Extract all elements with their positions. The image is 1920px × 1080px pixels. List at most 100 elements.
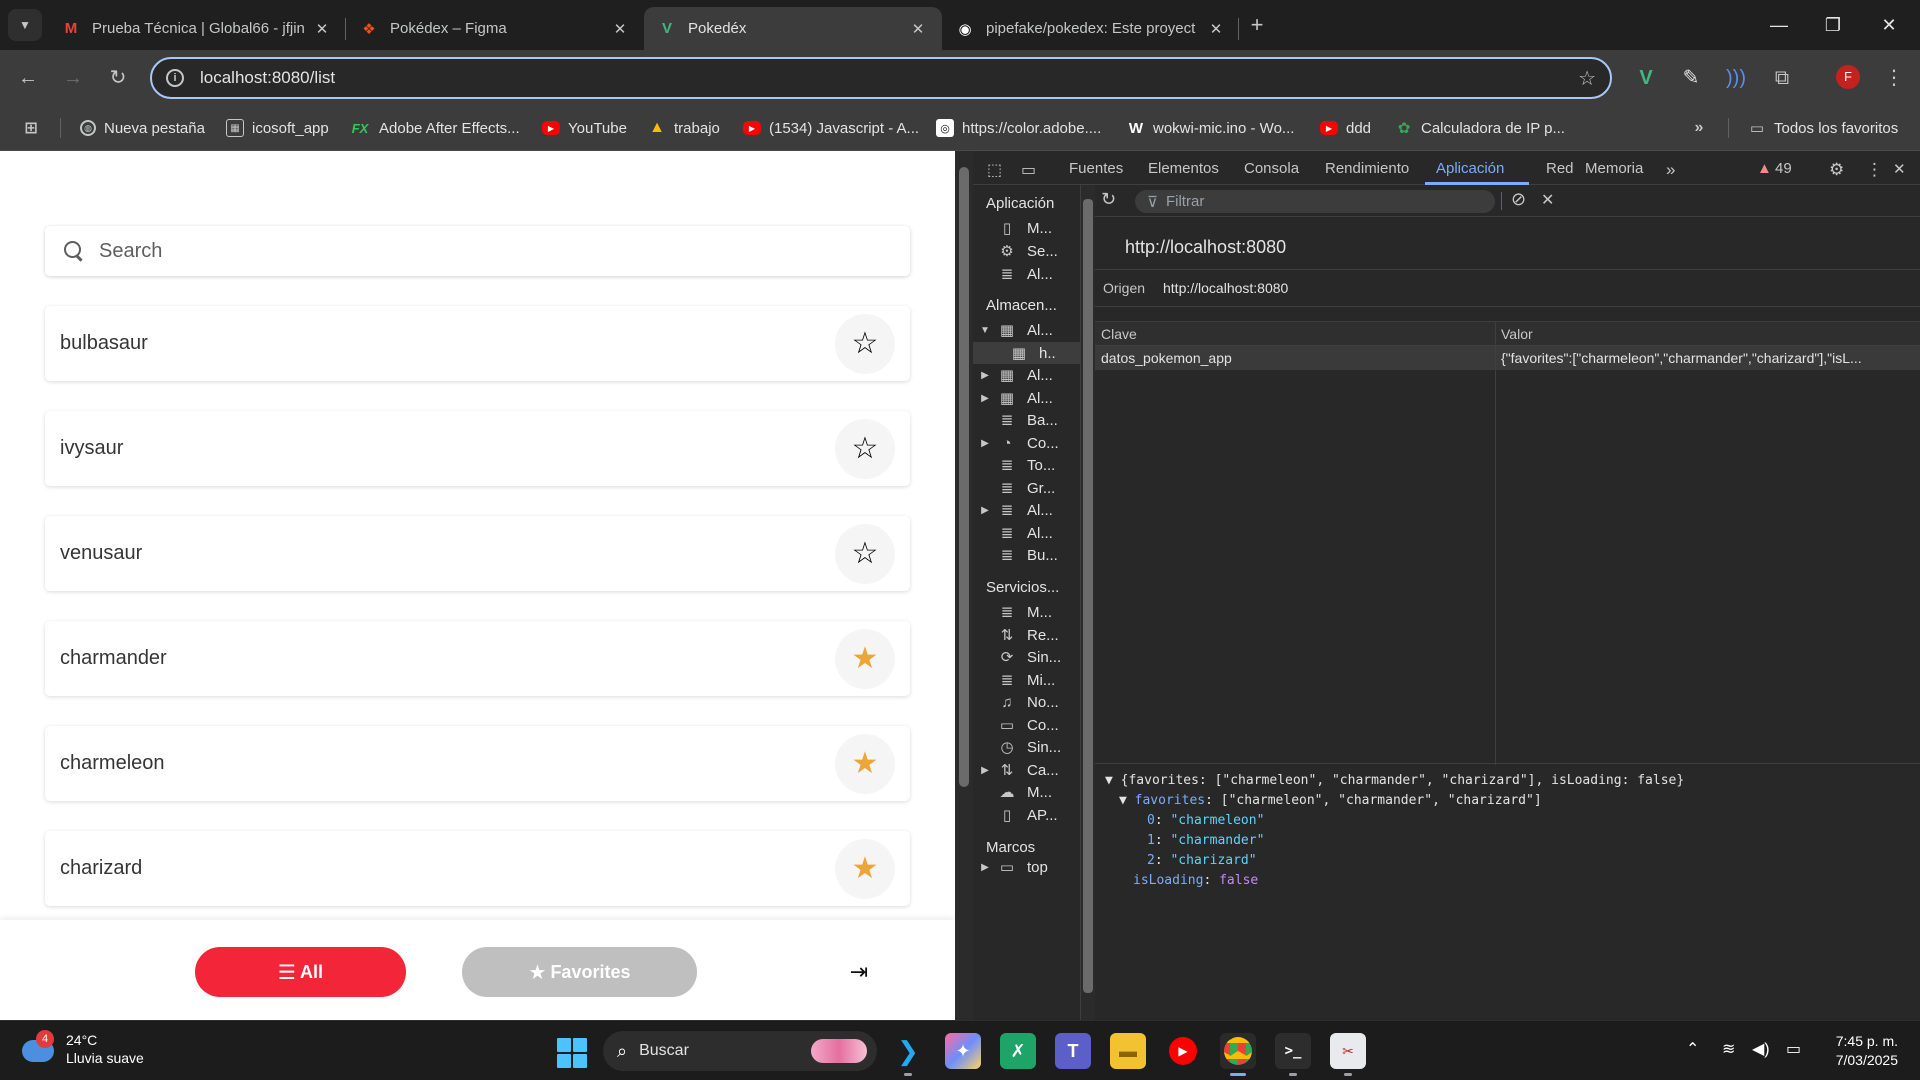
sidebar-item-session-storage[interactable]: ▶ ▦ Al... <box>979 364 1053 386</box>
tab-sources[interactable]: Fuentes <box>1069 160 1123 177</box>
vscode-icon[interactable]: ❯ <box>890 1033 926 1069</box>
vue-devtools-extension-icon[interactable]: V <box>1632 64 1660 92</box>
sidebar-item-service[interactable]: ☁ M... <box>979 781 1053 803</box>
sidebar-item-indexeddb[interactable]: ≣ Ba... <box>979 409 1058 431</box>
bookmark-item[interactable]: ◍ Nueva pestaña <box>80 116 205 140</box>
apps-grid-icon[interactable]: ⊞ <box>22 116 48 140</box>
new-tab-button[interactable]: + <box>1244 12 1270 38</box>
sidebar-item-local-storage-origin[interactable]: ▦ h.. <box>973 342 1081 364</box>
tab-search-button[interactable]: ▼ <box>8 9 42 41</box>
browser-tab[interactable]: ❖ Pokédex – Figma ✕ <box>346 7 644 50</box>
sidebar-item-cache[interactable]: ≣ Al... <box>979 522 1053 544</box>
taskbar-search[interactable]: ⌕ Buscar <box>603 1031 877 1071</box>
sidebar-item-groups[interactable]: ≣ Gr... <box>979 477 1056 499</box>
bookmark-item[interactable]: Wwokwi-mic.ino - Wo... <box>1127 116 1295 140</box>
bookmark-item[interactable]: ▦ icosoft_app <box>226 116 329 140</box>
spreadsheet-app-icon[interactable]: ✗ <box>1000 1033 1036 1069</box>
clear-all-icon[interactable]: ⊘ <box>1511 189 1526 210</box>
more-bookmarks-button[interactable]: » <box>1690 116 1716 140</box>
snipping-tool-icon[interactable]: ✂ <box>1330 1033 1366 1069</box>
sidebar-item-frame-top[interactable]: ▶ ▭ top <box>979 859 1048 875</box>
row-key[interactable]: datos_pokemon_app <box>1101 350 1491 366</box>
tray-chevron-up-icon[interactable]: ⌃ <box>1686 1039 1699 1059</box>
close-devtools-icon[interactable]: ✕ <box>1893 160 1906 178</box>
page-scrollbar[interactable] <box>955 151 973 1020</box>
browser-tab-active[interactable]: V Pokedéx ✕ <box>644 7 942 50</box>
warnings-count[interactable]: 49 <box>1775 160 1792 177</box>
wifi-icon[interactable]: ≋ <box>1722 1039 1735 1059</box>
search-input[interactable] <box>99 239 799 263</box>
minimize-button[interactable]: — <box>1748 0 1810 50</box>
sidebar-item-extension-storage[interactable]: ▶ ▦ Al... <box>979 387 1053 409</box>
sidebar-item-cookies[interactable]: ▶ ◔ Co... <box>979 432 1059 454</box>
search-box[interactable] <box>45 226 910 276</box>
profile-avatar[interactable]: F <box>1836 65 1860 89</box>
sidebar-item-manifest[interactable]: ▯ M... <box>979 217 1052 239</box>
bookmark-item[interactable]: ◎ https://color.adobe.... <box>936 116 1101 140</box>
back-button[interactable]: ← <box>14 64 42 92</box>
all-bookmarks-button[interactable]: ▭ Todos los favoritos <box>1748 116 1898 140</box>
browser-tab[interactable]: M Prueba Técnica | Global66 - jfjin ✕ <box>48 7 346 50</box>
sidebar-item-buckets[interactable]: ≣ Bu... <box>979 544 1058 566</box>
sidebar-item-service[interactable]: ▶ ⇅ Ca... <box>979 759 1059 781</box>
weather-widget[interactable]: 4 24°C Lluvia suave <box>20 1030 144 1068</box>
settings-gear-icon[interactable]: ⚙ <box>1829 160 1844 180</box>
sidebar-item-service[interactable]: ◷ Sin... <box>979 736 1061 758</box>
table-row[interactable]: datos_pokemon_app {"favorites":["charmel… <box>1095 346 1920 370</box>
tab-application[interactable]: Aplicación <box>1436 160 1504 177</box>
sidebar-item-service[interactable]: ⇅ Re... <box>979 624 1059 646</box>
pokemon-list-item[interactable]: ivysaur ☆ <box>45 411 910 486</box>
color-picker-extension-icon[interactable]: ✎ <box>1677 64 1705 92</box>
volume-icon[interactable]: ◀) <box>1752 1039 1770 1059</box>
preview-root[interactable]: ▼ {favorites: ["charmeleon", "charmander… <box>1105 773 1684 788</box>
preview-favorites[interactable]: ▼ favorites: ["charmeleon", "charmander"… <box>1119 793 1542 808</box>
forward-button[interactable]: → <box>59 64 87 92</box>
bookmark-item[interactable]: ✿ Calculadora de IP p... <box>1395 116 1565 140</box>
close-window-button[interactable]: ✕ <box>1858 0 1920 50</box>
close-icon[interactable]: ✕ <box>1206 20 1226 38</box>
browser-tab[interactable]: ◉ pipefake/pokedex: Este proyect ✕ <box>942 7 1240 50</box>
reload-button[interactable]: ↻ <box>104 64 132 92</box>
inspect-element-icon[interactable]: ⬚ <box>987 160 1002 180</box>
sidebar-item-service[interactable]: ♫ No... <box>979 691 1058 713</box>
refresh-icon[interactable]: ↻ <box>1101 189 1116 210</box>
bookmark-item[interactable]: ▲ trabajo <box>648 116 720 140</box>
bookmark-item[interactable]: ▶ YouTube <box>542 116 627 140</box>
sidebar-item-tokens[interactable]: ≣ To... <box>979 454 1056 476</box>
wave-extension-icon[interactable]: ))) <box>1722 64 1750 92</box>
battery-icon[interactable]: ▭ <box>1786 1039 1801 1059</box>
sidebar-item-service[interactable]: ▯ AP... <box>979 804 1058 826</box>
sidebar-item-service[interactable]: ≣ Mi... <box>979 669 1056 691</box>
restore-button[interactable]: ❐ <box>1802 0 1864 50</box>
sidebar-item-storage[interactable]: ≣ Al... <box>979 263 1053 285</box>
scrollbar-thumb[interactable] <box>959 167 969 787</box>
filter-input[interactable]: ⊽ Filtrar <box>1135 190 1495 213</box>
pokemon-list-item[interactable]: charmeleon ★ <box>45 726 910 801</box>
site-info-icon[interactable]: i <box>166 69 184 87</box>
close-icon[interactable]: ✕ <box>908 20 928 38</box>
close-icon[interactable]: ✕ <box>312 20 332 38</box>
terminal-icon[interactable]: >_ <box>1275 1033 1311 1069</box>
favorite-button-active[interactable]: ★ <box>835 733 895 794</box>
tab-elements[interactable]: Elementos <box>1148 160 1219 177</box>
favorite-button-active[interactable]: ★ <box>835 628 895 689</box>
tab-network[interactable]: Red <box>1546 160 1574 177</box>
column-divider[interactable] <box>1495 322 1496 765</box>
file-explorer-icon[interactable]: ▬ <box>1110 1033 1146 1069</box>
sidebar-item-service[interactable]: ▭ Co... <box>979 714 1059 736</box>
sidebar-item-service[interactable]: ⟳ Sin... <box>979 646 1061 668</box>
warning-icon[interactable]: ▲ <box>1757 160 1772 177</box>
tab-memory[interactable]: Memoria <box>1585 160 1643 177</box>
sidebar-item-service-workers[interactable]: ⚙ Se... <box>979 240 1058 262</box>
system-clock[interactable]: 7:45 p. m. 7/03/2025 <box>1826 1032 1898 1070</box>
favorites-button[interactable]: ★ Favorites <box>462 947 697 997</box>
tab-console[interactable]: Consola <box>1244 160 1299 177</box>
copilot-icon[interactable]: ✦ <box>945 1033 981 1069</box>
teams-icon[interactable]: T <box>1055 1033 1091 1069</box>
bookmark-item[interactable]: FX Adobe After Effects... <box>349 116 520 140</box>
column-header-key[interactable]: Clave <box>1101 326 1137 342</box>
address-url[interactable]: localhost:8080/list <box>200 68 1578 88</box>
scrollbar-thumb[interactable] <box>1083 199 1093 993</box>
delete-selected-icon[interactable]: ✕ <box>1541 190 1554 210</box>
bookmark-item[interactable]: ▶ ddd <box>1320 116 1371 140</box>
